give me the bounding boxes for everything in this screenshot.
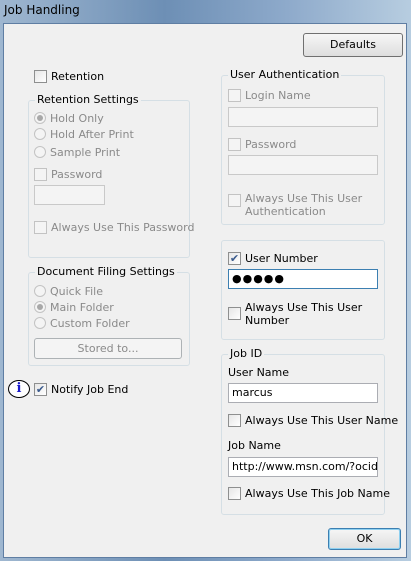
radio-sample-print[interactable]: Sample Print xyxy=(34,146,120,159)
checkbox-label: Password xyxy=(51,168,103,181)
ok-button[interactable]: OK xyxy=(328,528,401,550)
job-id-title: Job ID xyxy=(228,347,265,360)
label-line: Always Use This User xyxy=(245,301,363,314)
radio-hold-after-print[interactable]: Hold After Print xyxy=(34,128,134,141)
retention-settings-title: Retention Settings xyxy=(35,93,141,106)
checkbox[interactable] xyxy=(34,168,47,181)
auth-password-checkbox[interactable]: Password xyxy=(228,138,296,151)
job-handling-dialog: Job Handling Defaults Retention Retentio… xyxy=(0,0,411,561)
radio-main-folder[interactable]: Main Folder xyxy=(34,301,114,314)
stored-to-button[interactable]: Stored to... xyxy=(34,338,182,359)
checkbox[interactable] xyxy=(228,414,241,427)
radio-hold-only[interactable]: Hold Only xyxy=(34,112,104,125)
radio-quick-file[interactable]: Quick File xyxy=(34,285,103,298)
checkbox[interactable]: ✔ xyxy=(34,383,47,396)
radio-label: Custom Folder xyxy=(50,317,130,330)
user-name-label: User Name xyxy=(228,366,290,379)
radio-button[interactable] xyxy=(34,285,46,297)
radio-label: Sample Print xyxy=(50,146,121,159)
radio-button[interactable] xyxy=(34,301,46,313)
radio-label: Main Folder xyxy=(50,301,114,314)
radio-button[interactable] xyxy=(34,128,46,140)
label-line: Authentication xyxy=(245,205,326,218)
job-name-label: Job Name xyxy=(228,439,281,452)
checkbox[interactable] xyxy=(228,307,241,320)
checkbox-label: Password xyxy=(245,138,297,151)
checkbox-label: Notify Job End xyxy=(51,383,129,396)
user-auth-title: User Authentication xyxy=(228,68,342,81)
user-number-input[interactable]: ●●●●● xyxy=(228,269,378,289)
login-name-checkbox[interactable]: Login Name xyxy=(228,89,311,102)
checkbox-label: Always Use This Password xyxy=(51,221,195,234)
always-use-job-name-checkbox[interactable]: Always Use This Job Name xyxy=(228,487,390,500)
retention-password-input[interactable] xyxy=(34,185,105,205)
radio-label: Hold Only xyxy=(50,112,104,125)
checkbox[interactable]: ✔ xyxy=(228,252,241,265)
window-title: Job Handling xyxy=(4,3,80,17)
retention-check[interactable] xyxy=(34,70,47,83)
always-use-user-number-checkbox[interactable]: Always Use This User Number xyxy=(228,301,362,327)
radio-label: Quick File xyxy=(50,285,104,298)
login-name-input[interactable] xyxy=(228,107,378,127)
radio-button[interactable] xyxy=(34,112,46,124)
retention-label: Retention xyxy=(51,70,105,83)
notify-job-end-checkbox[interactable]: ✔ Notify Job End xyxy=(34,383,128,396)
checkbox-label: Login Name xyxy=(245,89,311,102)
checkbox-label: Always Use This Job Name xyxy=(245,487,390,500)
always-use-auth-checkbox[interactable]: Always Use This User Authentication xyxy=(228,192,362,218)
checkbox-label: Always Use This User Authentication xyxy=(245,192,362,218)
radio-custom-folder[interactable]: Custom Folder xyxy=(34,317,130,330)
checkbox[interactable] xyxy=(228,487,241,500)
always-use-password-checkbox[interactable]: Always Use This Password xyxy=(34,221,194,234)
defaults-button[interactable]: Defaults xyxy=(303,33,403,57)
retention-password-checkbox[interactable]: Password xyxy=(34,168,102,181)
always-use-user-name-checkbox[interactable]: Always Use This User Name xyxy=(228,414,398,427)
label-line: Always Use This User xyxy=(245,192,363,205)
checkbox-label: Always Use This User Number xyxy=(245,301,362,327)
checkbox[interactable] xyxy=(228,194,241,207)
document-filing-title: Document Filing Settings xyxy=(35,265,177,278)
radio-label: Hold After Print xyxy=(50,128,134,141)
job-name-input[interactable]: http://www.msn.com/?ocid=ie xyxy=(228,457,378,477)
user-name-input[interactable]: marcus xyxy=(228,383,378,403)
checkbox[interactable] xyxy=(228,138,241,151)
auth-password-input[interactable] xyxy=(228,155,378,175)
checkbox[interactable] xyxy=(228,89,241,102)
checkbox-label: Always Use This User Name xyxy=(245,414,399,427)
retention-checkbox[interactable]: Retention xyxy=(34,70,104,83)
radio-button[interactable] xyxy=(34,146,46,158)
radio-button[interactable] xyxy=(34,317,46,329)
info-icon: i xyxy=(8,380,30,398)
label-line: Number xyxy=(245,314,290,327)
checkbox[interactable] xyxy=(34,221,47,234)
user-number-checkbox[interactable]: ✔ User Number xyxy=(228,252,318,265)
checkbox-label: User Number xyxy=(245,252,318,265)
